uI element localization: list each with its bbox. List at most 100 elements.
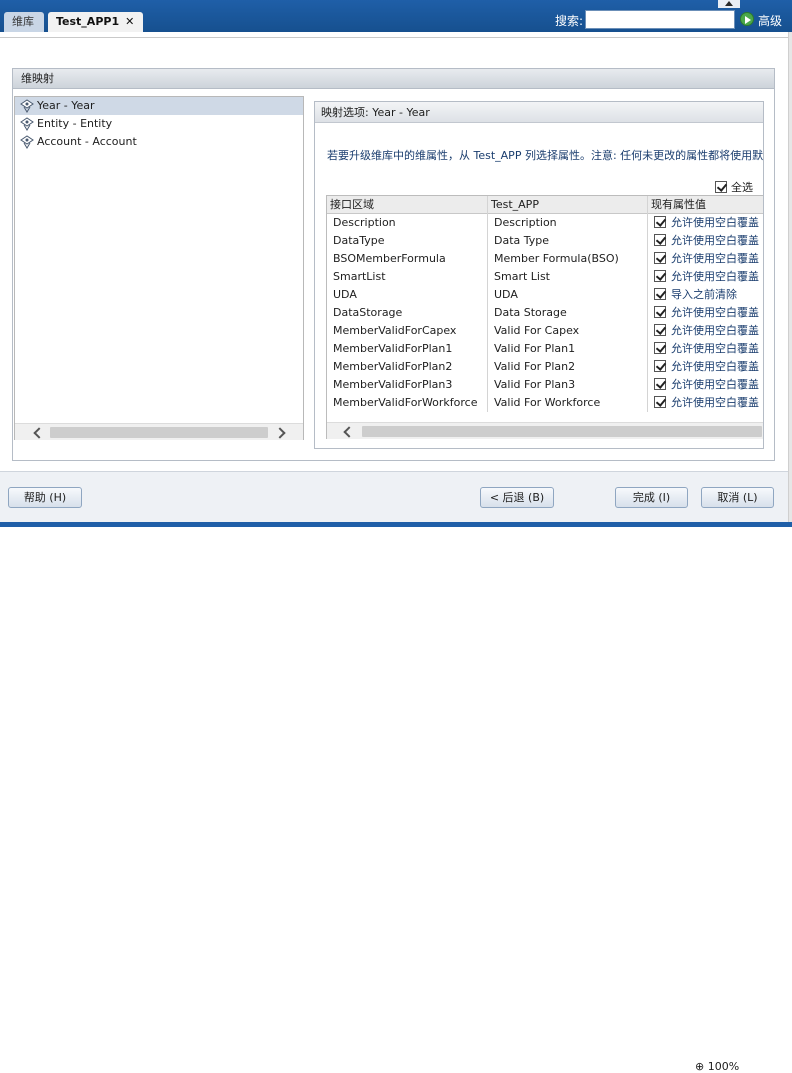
existing-value-label: 允许使用空白覆盖 — [671, 252, 759, 265]
tab-test-app1[interactable]: Test_APP1 ✕ — [48, 12, 143, 32]
attribute-grid: 接口区域 Test_APP 现有属性值 Description Descript… — [326, 195, 763, 439]
button-bar: 帮助 (H) < 后退 (B) 完成 (I) 取消 (L) — [0, 471, 788, 522]
chevron-right-icon[interactable] — [273, 424, 290, 440]
interface-area-cell: Description — [333, 216, 396, 229]
app-attribute-cell[interactable]: Data Storage — [487, 304, 647, 322]
table-row[interactable]: Description Description 允许使用空白覆盖 — [327, 214, 763, 232]
table-row[interactable]: MemberValidForWorkforce Valid For Workfo… — [327, 394, 763, 412]
existing-value-cell: 允许使用空白覆盖 — [647, 394, 763, 412]
app-attribute-cell[interactable]: Member Formula(BSO) — [487, 250, 647, 268]
app-attribute-cell[interactable]: Smart List — [487, 268, 647, 286]
interface-area-cell: UDA — [333, 288, 357, 301]
existing-value-label: 允许使用空白覆盖 — [671, 396, 759, 409]
tree-horizontal-scrollbar[interactable] — [15, 423, 303, 440]
app-attribute-cell[interactable]: Data Type — [487, 232, 647, 250]
existing-value-cell: 导入之前清除 — [647, 286, 763, 304]
chevron-left-icon[interactable] — [29, 424, 46, 440]
table-row[interactable]: SmartList Smart List 允许使用空白覆盖 — [327, 268, 763, 286]
existing-value-label: 允许使用空白覆盖 — [671, 270, 759, 283]
tree-item-account[interactable]: Account - Account — [15, 133, 303, 151]
interface-area-cell: MemberValidForPlan2 — [333, 360, 453, 373]
zoom-value: 100% — [707, 1060, 740, 1073]
scrollbar-thumb[interactable] — [50, 427, 268, 438]
go-icon[interactable] — [740, 12, 754, 26]
grid-header: 接口区域 Test_APP 现有属性值 — [327, 196, 763, 214]
checkbox-icon[interactable] — [654, 216, 666, 228]
app-attribute-cell[interactable]: Valid For Plan2 — [487, 358, 647, 376]
checkbox-icon[interactable] — [654, 378, 666, 390]
interface-area-cell: DataType — [333, 234, 385, 247]
advanced-search-link[interactable]: 高级 — [758, 12, 782, 29]
select-all[interactable]: 全选 — [715, 179, 753, 194]
checkbox-icon[interactable] — [654, 234, 666, 246]
table-row[interactable]: MemberValidForPlan1 Valid For Plan1 允许使用… — [327, 340, 763, 358]
table-row[interactable]: MemberValidForCapex Valid For Capex 允许使用… — [327, 322, 763, 340]
vertical-scrollbar[interactable] — [788, 32, 792, 522]
scrollbar-thumb[interactable] — [362, 426, 762, 437]
checkbox-icon[interactable] — [654, 360, 666, 372]
interface-area-cell: MemberValidForPlan3 — [333, 378, 453, 391]
existing-value-label: 导入之前清除 — [671, 288, 737, 301]
existing-value-label: 允许使用空白覆盖 — [671, 234, 759, 247]
column-header-test-app[interactable]: Test_APP — [487, 196, 647, 214]
app-attribute-cell[interactable]: Valid For Plan1 — [487, 340, 647, 358]
checkbox-icon[interactable] — [654, 288, 666, 300]
app-attribute-cell[interactable]: Valid For Workforce — [487, 394, 647, 412]
checkbox-icon[interactable] — [654, 306, 666, 318]
cancel-button[interactable]: 取消 (L) — [701, 487, 774, 508]
top-tab-bar: 维库 Test_APP1 ✕ 搜索: 高级 — [0, 0, 792, 32]
table-row[interactable]: DataStorage Data Storage 允许使用空白覆盖 — [327, 304, 763, 322]
interface-area-cell: MemberValidForWorkforce — [333, 396, 478, 409]
existing-value-cell: 允许使用空白覆盖 — [647, 358, 763, 376]
app-attribute-cell[interactable]: UDA — [487, 286, 647, 304]
checkbox-icon[interactable] — [654, 252, 666, 264]
existing-value-label: 允许使用空白覆盖 — [671, 360, 759, 373]
tree-item-entity[interactable]: Entity - Entity — [15, 115, 303, 133]
interface-area-cell: MemberValidForCapex — [333, 324, 457, 337]
table-row[interactable]: BSOMemberFormula Member Formula(BSO) 允许使… — [327, 250, 763, 268]
existing-value-cell: 允许使用空白覆盖 — [647, 250, 763, 268]
search-input[interactable] — [585, 10, 735, 29]
checkbox-icon[interactable] — [654, 396, 666, 408]
zoom-level[interactable]: ⊕ 100% — [695, 1060, 739, 1073]
dimension-icon — [20, 117, 34, 131]
interface-area-cell: SmartList — [333, 270, 386, 283]
tree-item-year[interactable]: Year - Year — [15, 97, 303, 115]
column-header-interface-area[interactable]: 接口区域 — [327, 196, 487, 214]
back-button[interactable]: < 后退 (B) — [480, 487, 554, 508]
tab-dimension-library[interactable]: 维库 — [4, 12, 44, 32]
table-row[interactable]: MemberValidForPlan3 Valid For Plan3 允许使用… — [327, 376, 763, 394]
app-attribute-cell[interactable]: Valid For Plan3 — [487, 376, 647, 394]
existing-value-label: 允许使用空白覆盖 — [671, 342, 759, 355]
tree-item-label: Entity - Entity — [37, 117, 113, 130]
chevron-left-icon[interactable] — [339, 423, 356, 439]
select-all-label: 全选 — [731, 181, 753, 194]
existing-value-cell: 允许使用空白覆盖 — [647, 232, 763, 250]
dimension-icon — [20, 99, 34, 113]
checkbox-icon[interactable] — [654, 270, 666, 282]
mapping-options-panel: 映射选项: Year - Year 若要升级维库中的维属性，从 Test_APP… — [314, 101, 764, 449]
collapse-up-icon[interactable] — [718, 0, 740, 8]
help-button[interactable]: 帮助 (H) — [8, 487, 82, 508]
existing-value-label: 允许使用空白覆盖 — [671, 306, 759, 319]
interface-area-cell: MemberValidForPlan1 — [333, 342, 453, 355]
panel-title: 维映射 — [13, 69, 774, 89]
app-attribute-cell[interactable]: Valid For Capex — [487, 322, 647, 340]
column-header-existing-value[interactable]: 现有属性值 — [647, 196, 763, 214]
checkbox-icon[interactable] — [715, 181, 727, 193]
grid-horizontal-scrollbar[interactable] — [327, 422, 763, 439]
table-row[interactable]: MemberValidForPlan2 Valid For Plan2 允许使用… — [327, 358, 763, 376]
checkbox-icon[interactable] — [654, 324, 666, 336]
existing-value-cell: 允许使用空白覆盖 — [647, 268, 763, 286]
tree-item-label: Year - Year — [37, 99, 95, 112]
interface-area-cell: BSOMemberFormula — [333, 252, 446, 265]
table-row[interactable]: UDA UDA 导入之前清除 — [327, 286, 763, 304]
checkbox-icon[interactable] — [654, 342, 666, 354]
close-icon[interactable]: ✕ — [125, 15, 134, 28]
zoom-icon: ⊕ — [695, 1060, 708, 1073]
table-row[interactable]: DataType Data Type 允许使用空白覆盖 — [327, 232, 763, 250]
existing-value-cell: 允许使用空白覆盖 — [647, 376, 763, 394]
finish-button[interactable]: 完成 (I) — [615, 487, 688, 508]
existing-value-label: 允许使用空白覆盖 — [671, 216, 759, 229]
app-attribute-cell[interactable]: Description — [487, 214, 647, 232]
